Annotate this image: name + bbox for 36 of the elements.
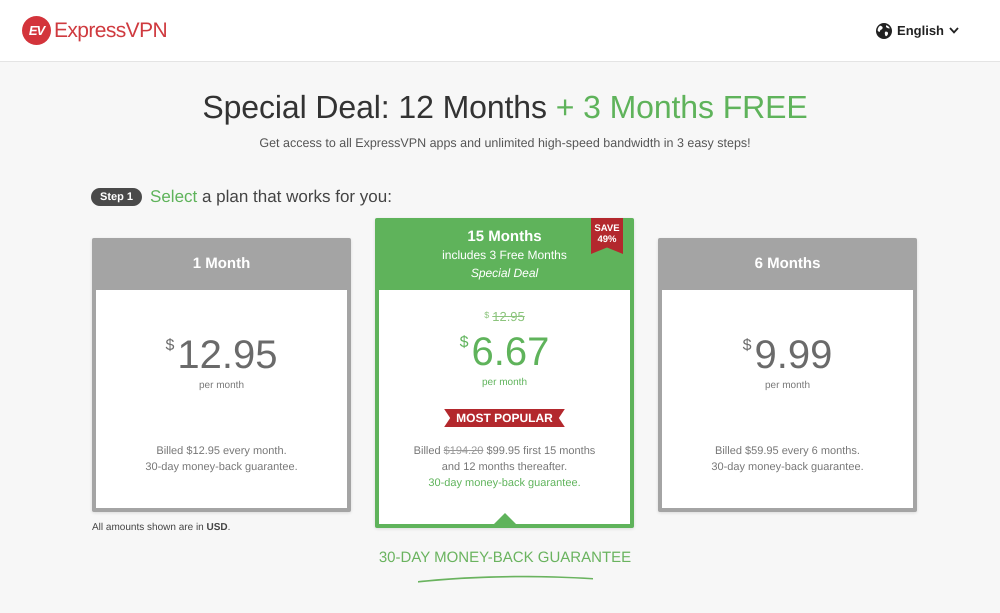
plan-price: $6.67 <box>460 329 550 376</box>
save-ribbon: SAVE 49% <box>591 218 623 254</box>
billing-text: Billed $194.20 $99.95 first 15 months and 12 months thereafter. <box>414 444 596 475</box>
plan-tagline: Special Deal <box>470 265 538 282</box>
chevron-down-icon <box>949 27 959 34</box>
guarantee-text: 30-day money-back guarantee. <box>145 460 298 475</box>
old-price: $ 12.95 <box>484 309 525 325</box>
plan-price: $12.95 <box>165 332 278 379</box>
plan-title: 6 Months <box>754 255 820 273</box>
page-title: Special Deal: 12 Months + 3 Months FREE <box>202 89 808 125</box>
price-period: per month <box>764 379 810 393</box>
plan-card[interactable]: 6 Months $9.99 per month Billed $59.95 every 6 months. 30-day money-back guarantee. <box>658 238 917 512</box>
plan-title: 15 Months <box>467 228 542 246</box>
billing-text: Billed $12.95 every month. <box>156 444 287 459</box>
page-subtitle: Get access to all ExpressVPN apps and unlimited high-speed bandwidth in 3 easy steps! <box>259 135 751 151</box>
plan-card[interactable]: 15 Months includes 3 Free Months Special Deal SAVE 49% $ 12.95 $6.67 per month MOST POPULAR Billed $194.20 $99.95 first 15 months and 12 months thereafter. 30-day money-back guarantee. <box>375 218 634 528</box>
price-period: per month <box>198 379 244 393</box>
plan-title: 1 Month <box>192 255 250 273</box>
brush-stroke-icon <box>418 573 592 583</box>
pointer-triangle-icon <box>494 513 516 524</box>
plan-subtitle: includes 3 Free Months <box>442 247 567 264</box>
globe-icon <box>876 22 892 38</box>
logo-mark: EV <box>22 16 51 45</box>
guarantee-heading: 30-DAY MONEY-BACK GUARANTEE <box>378 549 632 567</box>
step-heading: Select a plan that works for you: <box>150 187 392 207</box>
language-selector[interactable]: English <box>876 20 959 40</box>
brand-name: ExpressVPN <box>54 18 168 42</box>
currency-note: All amounts shown are in USD. <box>92 521 230 535</box>
plan-price: $9.99 <box>742 332 832 379</box>
popular-ribbon: MOST POPULAR <box>444 409 565 427</box>
price-period: per month <box>482 376 528 390</box>
guarantee-text: 30-day money-back guarantee. <box>711 460 864 475</box>
plan-card[interactable]: 1 Month $12.95 per month Billed $12.95 every month. 30-day money-back guarantee. <box>92 238 351 512</box>
billing-text: Billed $59.95 every 6 months. <box>715 444 860 459</box>
guarantee-text: 30-day money-back guarantee. <box>428 476 581 491</box>
step-badge: Step 1 <box>91 188 142 206</box>
